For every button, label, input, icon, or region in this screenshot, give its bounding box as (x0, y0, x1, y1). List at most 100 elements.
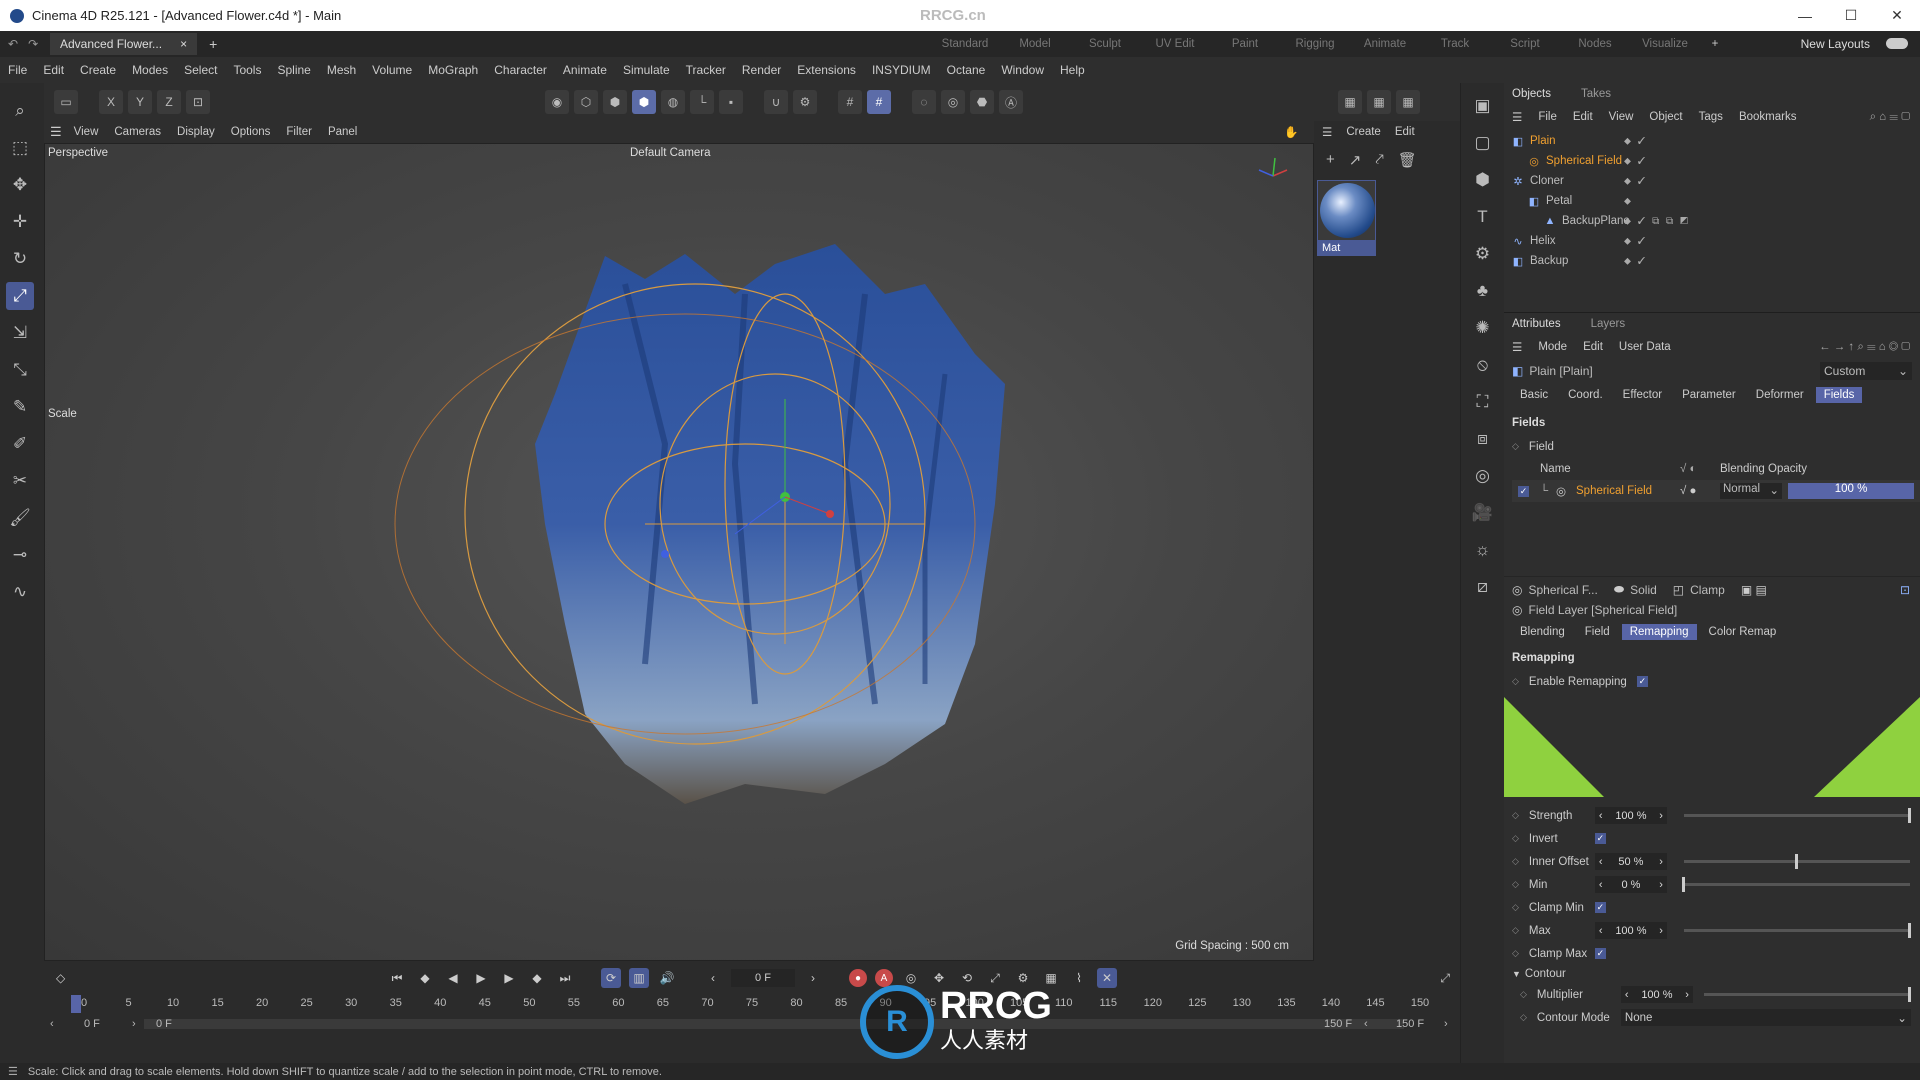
range-bar[interactable]: ‹ 0 F › 0 F 150 F ‹ 150 F › (44, 1015, 1460, 1033)
inner-offset-input[interactable]: ‹ 50 % › (1594, 853, 1667, 870)
layer-bar-solid[interactable]: Solid (1630, 583, 1657, 597)
layout-tab[interactable]: UV Edit (1140, 38, 1210, 50)
keyframe-diamond-icon[interactable]: ◇ (1512, 948, 1519, 959)
range-start-field[interactable]: 0 F (84, 1018, 100, 1030)
viewport-menu-panel[interactable]: Panel (328, 126, 357, 138)
edges-mode-icon[interactable]: ⬡ (574, 90, 598, 114)
invert-checkbox[interactable]: ✓ (1594, 833, 1606, 844)
strength-slider[interactable] (1684, 808, 1911, 823)
render-settings-icon[interactable]: ▦ (1396, 90, 1420, 114)
material-menu-edit[interactable]: Edit (1395, 126, 1415, 138)
keyframe-mode-icon[interactable]: ◇ (56, 971, 65, 985)
cloner-icon[interactable]: ♣ (1468, 276, 1498, 306)
objects-menu-icon[interactable]: ☰ (1512, 110, 1522, 124)
delete-icon[interactable]: 🗑 (1398, 151, 1417, 169)
rotate-icon[interactable]: ↻ (6, 245, 34, 273)
tab-layers[interactable]: Layers (1591, 318, 1626, 330)
tab-effector[interactable]: Effector (1615, 387, 1670, 403)
keyframe-diamond-icon[interactable]: ◇ (1512, 902, 1519, 913)
range-start-inner[interactable]: 0 F (156, 1018, 172, 1030)
pan-view-icon[interactable]: ✋ (1284, 125, 1298, 139)
layout-tab[interactable]: Script (1490, 38, 1560, 50)
opacity-field[interactable]: 100 % (1788, 483, 1914, 499)
menu-simulate[interactable]: Simulate (623, 63, 670, 77)
tab-layer-blending[interactable]: Blending (1512, 624, 1573, 640)
autokey-icon[interactable]: Ⓐ (999, 90, 1023, 114)
loop-icon[interactable]: ⟳ (601, 968, 621, 988)
snap-settings-icon[interactable]: ⚙ (793, 90, 817, 114)
object-row-spherical-field[interactable]: ◎ Spherical Field ⬥ ✓ (1504, 151, 1920, 171)
effector-icon[interactable]: ⛶ (1468, 387, 1498, 417)
scale-icon[interactable]: ⤢ (6, 282, 34, 310)
layout-tab[interactable]: Sculpt (1070, 38, 1140, 50)
objects-menu-object[interactable]: Object (1649, 111, 1682, 123)
visibility-toggle[interactable]: ⬥ ✓ (1624, 256, 1647, 267)
attributes-menu-icon[interactable]: ☰ (1512, 340, 1522, 354)
keyframe-diamond-icon[interactable]: ◇ (1512, 856, 1519, 867)
search-icon[interactable]: ⌕ (6, 97, 34, 125)
menu-window[interactable]: Window (1001, 63, 1044, 77)
sketch-icon[interactable]: ✐ (6, 430, 34, 458)
magnet-icon[interactable]: ∿ (6, 578, 34, 606)
strength-input[interactable]: ‹ 100 % › (1594, 807, 1667, 824)
sound-icon[interactable]: 🔊 (657, 968, 677, 988)
visibility-toggle[interactable]: ⬥ ✓ ⧉ ⧉ ◩ (1624, 216, 1690, 227)
range-right-arrow-icon[interactable]: › (1444, 1018, 1448, 1030)
viewport-menu-icon[interactable]: ☰ (50, 124, 62, 140)
tab-layer-remapping[interactable]: Remapping (1621, 624, 1697, 640)
material-menu-create[interactable]: Create (1346, 126, 1381, 138)
field-icon[interactable]: ⦸ (1468, 350, 1498, 380)
remapping-graph[interactable] (1504, 697, 1920, 797)
objects-menu-bookmarks[interactable]: Bookmarks (1739, 111, 1797, 123)
blending-dropdown[interactable]: Normal ⌄ (1720, 483, 1782, 499)
axis-tool-icon[interactable]: ⤡ (6, 356, 34, 384)
viewport-menu-filter[interactable]: Filter (286, 126, 312, 138)
selection-tools-icon[interactable]: ✥ (6, 171, 34, 199)
motion-mode-icon[interactable]: ✕ (1097, 968, 1117, 988)
render-settings-icon[interactable]: ▣ (1468, 91, 1498, 121)
go-to-end-icon[interactable]: ⏭ (555, 968, 575, 988)
keyframe-diamond-icon[interactable]: ◇ (1520, 1012, 1527, 1023)
menu-extensions[interactable]: Extensions (797, 63, 856, 77)
cube-icon[interactable]: ⬢ (1468, 165, 1498, 195)
layout-tab[interactable]: Standard (930, 38, 1000, 50)
object-row-helix[interactable]: ∿ Helix ⬥ ✓ (1504, 231, 1920, 251)
spline-pen-icon[interactable]: ✎ (6, 393, 34, 421)
layout-tab[interactable]: Animate (1350, 38, 1420, 50)
link-icon[interactable]: ↗ (1349, 151, 1362, 169)
keyframe-diamond-icon[interactable]: ◇ (1520, 989, 1527, 1000)
menu-character[interactable]: Character (494, 63, 547, 77)
viewport-solo-icon[interactable]: ◎ (941, 90, 965, 114)
3d-viewport[interactable]: Perspective Default Camera Scale Grid Sp… (44, 143, 1314, 961)
visibility-toggle[interactable]: ⬥ (1624, 196, 1633, 207)
texture-mode-icon[interactable]: ◍ (661, 90, 685, 114)
previous-key-icon[interactable]: ◆ (415, 968, 435, 988)
y-axis-lock-button[interactable]: Y (128, 90, 152, 114)
text-icon[interactable]: T (1468, 202, 1498, 232)
deformer-icon[interactable]: ✺ (1468, 313, 1498, 343)
visibility-toggle[interactable]: ⬥ ✓ (1624, 136, 1647, 147)
menu-octane[interactable]: Octane (947, 63, 986, 77)
visibility-toggle[interactable]: ⬥ ✓ (1624, 236, 1647, 247)
knife-icon[interactable]: ✂ (6, 467, 34, 495)
add-icon[interactable]: + (1326, 151, 1335, 169)
menu-file[interactable]: File (8, 63, 27, 77)
range-end-field[interactable]: 150 F (1396, 1018, 1424, 1030)
viewport-menu-options[interactable]: Options (231, 126, 271, 138)
preset-dropdown[interactable]: Custom ⌄ (1820, 362, 1912, 380)
menu-modes[interactable]: Modes (132, 63, 168, 77)
tab-attributes[interactable]: Attributes (1512, 318, 1561, 330)
paint-brush-icon[interactable]: 🖌 (6, 504, 34, 532)
tab-parameter[interactable]: Parameter (1674, 387, 1744, 403)
previous-frame-icon[interactable]: ◀ (443, 968, 463, 988)
keyframe-diamond-icon[interactable]: ◇ (1512, 810, 1519, 821)
redo-icon[interactable]: ↷ (28, 37, 38, 51)
render-view-icon[interactable]: ▦ (1338, 90, 1362, 114)
object-row-backupplane[interactable]: ▲ BackupPlane ⬥ ✓ ⧉ ⧉ ◩ (1504, 211, 1920, 231)
menu-create[interactable]: Create (80, 63, 116, 77)
lod-icon[interactable]: ⬣ (970, 90, 994, 114)
layout-tab[interactable]: Nodes (1560, 38, 1630, 50)
timeline-expand-icon[interactable]: ⤢ (1440, 971, 1450, 986)
keyframe-diamond-icon[interactable]: ◇ (1512, 676, 1519, 687)
pick-icon[interactable]: ⤤ (1375, 151, 1383, 169)
